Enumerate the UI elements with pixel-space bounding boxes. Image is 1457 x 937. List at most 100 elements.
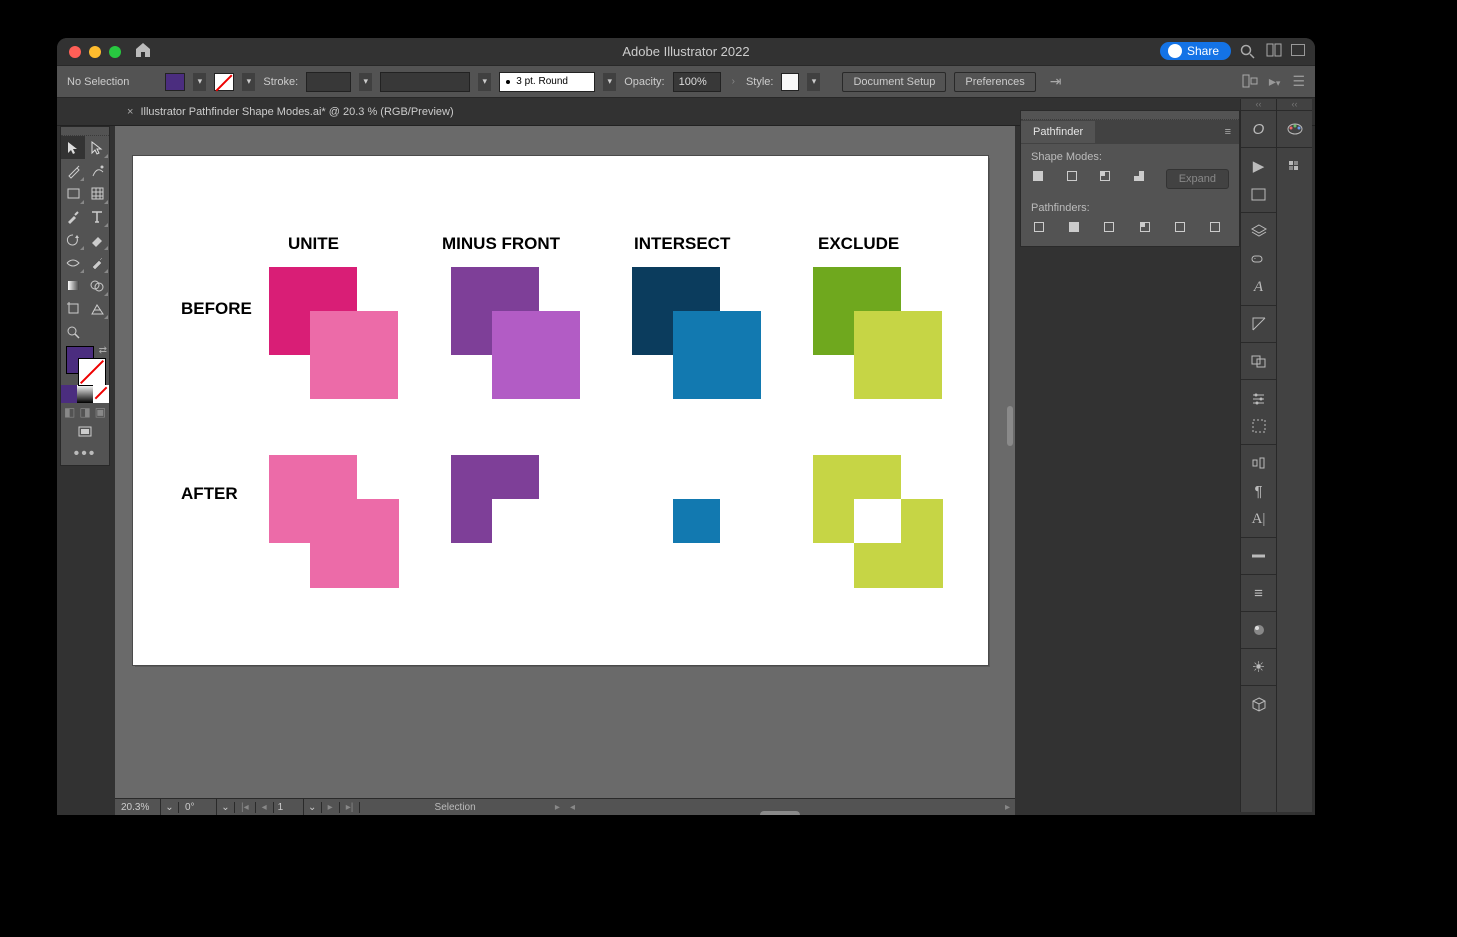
curvature-tool[interactable] [85, 159, 109, 182]
share-button[interactable]: Share [1160, 42, 1231, 60]
selection-tool[interactable] [61, 136, 85, 159]
stroke-color[interactable] [78, 358, 106, 386]
graphic-style-swatch[interactable] [781, 73, 799, 91]
vertical-scrollbar-thumb[interactable] [1007, 406, 1013, 446]
artboard-tool[interactable] [61, 297, 85, 320]
hscroll-end-icon[interactable]: ▸ [1000, 802, 1015, 813]
actions-panel-icon[interactable]: ▶ [1241, 152, 1276, 180]
color-mode-gradient[interactable] [77, 385, 93, 403]
brush-definition[interactable]: 3 pt. Round [499, 72, 595, 92]
opacity-field[interactable]: 100% [673, 72, 721, 92]
artboard-dropdown[interactable]: ⌄ [304, 802, 322, 813]
swatches-panel-icon[interactable] [1277, 152, 1312, 180]
dock-grip-2[interactable]: ‹‹ [1277, 99, 1312, 110]
panel-menu-icon[interactable]: ≡ [1217, 126, 1239, 138]
dock-grip[interactable]: ‹‹ [1241, 99, 1276, 110]
fill-stroke-indicator[interactable]: ⇄ [61, 343, 109, 385]
search-icon[interactable] [1240, 44, 1255, 63]
width-tool[interactable] [61, 251, 85, 274]
arrange-documents-icon[interactable] [1267, 44, 1281, 59]
bulleted-list-icon[interactable]: ☰ [1292, 73, 1305, 90]
color-panel-icon[interactable] [1277, 115, 1312, 143]
rotate-view[interactable]: 0° [179, 799, 217, 816]
image-trace-panel-icon[interactable] [1241, 310, 1276, 338]
shape-mode-minus-front[interactable] [1065, 169, 1085, 189]
3d-panel-icon[interactable] [1241, 690, 1276, 718]
stroke-dropdown[interactable]: ▾ [242, 73, 255, 91]
draw-normal-icon[interactable]: ◧ [64, 405, 75, 419]
gradient-panel-icon[interactable]: ☀ [1241, 653, 1276, 681]
direct-selection-tool[interactable] [85, 136, 109, 159]
screen-mode-icon[interactable] [1291, 44, 1305, 56]
hscroll-right-icon[interactable]: ▸ [550, 802, 565, 813]
links-panel-icon[interactable] [1241, 245, 1276, 273]
paragraph-panel-icon[interactable]: ¶ [1241, 477, 1276, 505]
panel-grip[interactable] [1021, 111, 1239, 120]
rectangle-tool[interactable] [61, 182, 85, 205]
list-panel-icon[interactable]: ≡ [1241, 579, 1276, 607]
character-panel-icon[interactable]: A [1241, 273, 1276, 301]
essentials-dropdown-icon[interactable]: ▸▾ [1269, 73, 1281, 90]
draw-inside-icon[interactable]: ▣ [95, 405, 106, 419]
color-mode-none[interactable] [93, 385, 109, 403]
variable-width-profile[interactable] [380, 72, 470, 92]
stroke-weight-field[interactable] [306, 72, 351, 92]
prev-artboard-icon[interactable]: ◂ [256, 802, 274, 813]
style-dd[interactable]: ▾ [807, 73, 820, 91]
draw-behind-icon[interactable]: ◨ [79, 405, 90, 419]
stroke-weight-dd[interactable]: ▾ [359, 73, 372, 91]
rotate-dropdown[interactable]: ⌄ [217, 802, 235, 813]
isolate-icon[interactable]: ⇥ [1050, 73, 1062, 90]
align-icon[interactable] [1243, 74, 1257, 90]
pathfinder-minus-back[interactable] [1208, 220, 1229, 240]
align-panel-icon[interactable] [1241, 449, 1276, 477]
pen-tool[interactable] [61, 159, 85, 182]
stroke-panel-icon[interactable] [1241, 542, 1276, 570]
glyphs-panel-icon[interactable]: A| [1241, 505, 1276, 533]
document-tab[interactable]: Illustrator Pathfinder Shape Modes.ai* @… [140, 106, 453, 118]
zoom-level[interactable]: 20.3% [115, 799, 161, 816]
pathfinder-outline[interactable] [1172, 220, 1193, 240]
adjust-panel-icon[interactable] [1241, 384, 1276, 412]
shape-mode-exclude[interactable] [1132, 169, 1152, 189]
zoom-tool[interactable] [61, 320, 85, 343]
fill-dropdown[interactable]: ▾ [193, 73, 206, 91]
opacity-arrow-icon[interactable]: › [729, 76, 738, 87]
rectangular-grid-tool[interactable] [85, 182, 109, 205]
grid-panel-icon[interactable] [1241, 412, 1276, 440]
pathfinder-divide[interactable] [1031, 220, 1052, 240]
close-tab-icon[interactable]: × [127, 106, 133, 118]
pathfinder-trim[interactable] [1066, 220, 1087, 240]
pathfinder-merge[interactable] [1102, 220, 1123, 240]
shape-builder-tool[interactable] [85, 274, 109, 297]
type-tool[interactable] [85, 205, 109, 228]
tools-grip[interactable] [61, 127, 109, 136]
pathfinder-crop[interactable] [1137, 220, 1158, 240]
eyedropper-tool[interactable] [85, 251, 109, 274]
appearance-panel-icon[interactable] [1241, 616, 1276, 644]
edit-toolbar-button[interactable]: ••• [61, 443, 109, 465]
next-artboard-icon[interactable]: ▸ [322, 802, 340, 813]
last-artboard-icon[interactable]: ▸| [340, 802, 361, 813]
swap-fill-stroke-icon[interactable]: ⇄ [99, 345, 107, 356]
rotate-tool[interactable] [61, 228, 85, 251]
first-artboard-icon[interactable]: |◂ [235, 802, 256, 813]
shape-mode-unite[interactable] [1031, 169, 1051, 189]
expand-button[interactable]: Expand [1166, 169, 1229, 189]
hscroll-left-icon[interactable]: ◂ [565, 802, 580, 813]
brush-dd[interactable]: ▾ [603, 73, 616, 91]
pathfinder-tab[interactable]: Pathfinder [1021, 121, 1095, 143]
hscroll-thumb[interactable] [760, 811, 800, 815]
perspective-tool[interactable] [85, 297, 109, 320]
screen-mode-button[interactable] [61, 421, 109, 443]
zoom-dropdown[interactable]: ⌄ [161, 802, 179, 813]
artboard-number[interactable]: 1 [274, 799, 304, 816]
document-setup-button[interactable]: Document Setup [842, 72, 946, 92]
canvas-area[interactable]: UNITE MINUS FRONT INTERSECT EXCLUDE BEFO… [115, 126, 1015, 798]
shape-mode-intersect[interactable] [1098, 169, 1118, 189]
opentype-panel-icon[interactable]: O [1241, 115, 1276, 143]
paintbrush-tool[interactable] [61, 205, 85, 228]
var-width-dd[interactable]: ▾ [478, 73, 491, 91]
stroke-swatch[interactable] [214, 73, 234, 91]
gradient-tool[interactable] [61, 274, 85, 297]
